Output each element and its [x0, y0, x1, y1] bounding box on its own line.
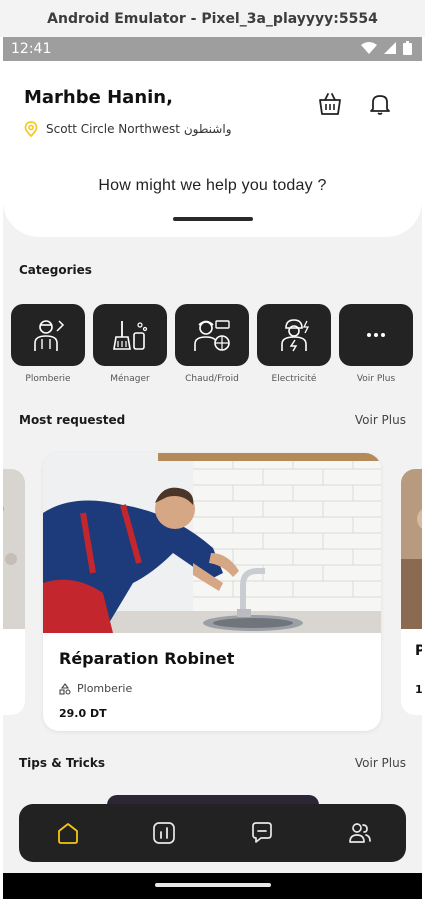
next-card-price: 1	[415, 683, 422, 696]
next-card-image	[401, 469, 422, 629]
cleaning-icon	[113, 321, 148, 350]
most-requested-see-more[interactable]: Voir Plus	[355, 413, 406, 427]
category-menager[interactable]: Ménager	[93, 304, 167, 384]
category-shapes-icon	[59, 682, 71, 695]
status-icons	[361, 41, 412, 55]
category-voir-plus[interactable]: Voir Plus	[339, 304, 413, 384]
category-plomberie[interactable]: Plomberie	[11, 304, 85, 384]
bottom-navigation	[19, 804, 406, 862]
category-label: Plomberie	[25, 374, 71, 384]
electrician-icon	[281, 319, 310, 352]
service-title: Réparation Robinet	[59, 649, 235, 668]
help-prompt: How might we help you today ?	[98, 177, 327, 194]
drag-handle[interactable]	[173, 217, 253, 221]
category-label: Chaud/Froid	[185, 374, 239, 384]
header-card: Marhbe Hanin, Scott Circle Northwest واش…	[3, 61, 422, 237]
cart-basket-icon[interactable]	[317, 91, 343, 117]
plumber-icon	[34, 320, 65, 351]
notification-bell-icon[interactable]	[367, 91, 393, 117]
home-icon[interactable]	[55, 820, 81, 846]
emulator-window: Android Emulator - Pixel_3a_playyyy:5554…	[0, 0, 425, 899]
category-chaud-froid[interactable]: Chaud/Froid	[175, 304, 249, 384]
location-pin-icon	[24, 121, 38, 137]
signal-icon	[384, 42, 396, 54]
service-card[interactable]: Réparation Robinet Plomberie 29.0 DT	[43, 453, 381, 731]
category-label: Ménager	[110, 374, 150, 384]
service-price: 29.0 DT	[59, 707, 107, 720]
category-electricite[interactable]: Electricité	[257, 304, 331, 384]
window-title: Android Emulator - Pixel_3a_playyyy:5554	[0, 0, 425, 37]
next-card-title: P	[415, 643, 422, 659]
categories-title: Categories	[19, 263, 92, 277]
status-time: 12:41	[11, 41, 52, 57]
status-bar: 12:41	[3, 37, 422, 61]
users-icon[interactable]	[347, 820, 373, 846]
home-gesture-pill[interactable]	[155, 883, 271, 887]
category-label: Voir Plus	[356, 374, 396, 384]
location-row[interactable]: Scott Circle Northwest واشنطون	[24, 121, 232, 137]
category-label: Electricité	[271, 374, 317, 384]
most-requested-title: Most requested	[19, 413, 126, 427]
greeting-text: Marhbe Hanin,	[24, 87, 173, 108]
previous-card-image	[3, 469, 25, 629]
wifi-icon	[361, 42, 377, 54]
location-text: Scott Circle Northwest واشنطون	[46, 122, 232, 136]
tips-title: Tips & Tricks	[19, 756, 105, 770]
more-dots-icon	[367, 333, 385, 337]
tips-see-more[interactable]: Voir Plus	[355, 756, 406, 770]
battery-icon	[403, 41, 412, 55]
hvac-technician-icon	[194, 320, 230, 351]
previous-service-card[interactable]	[3, 469, 25, 715]
service-card-image	[43, 453, 381, 633]
chat-icon[interactable]	[249, 820, 275, 846]
phone-screen: 12:41 Marhbe Hanin, Scott Circle Northwe…	[3, 37, 422, 899]
service-category: Plomberie	[77, 682, 133, 695]
service-category-row: Plomberie	[59, 682, 132, 695]
next-service-card[interactable]: P 1	[401, 469, 422, 715]
stats-icon[interactable]	[151, 820, 177, 846]
